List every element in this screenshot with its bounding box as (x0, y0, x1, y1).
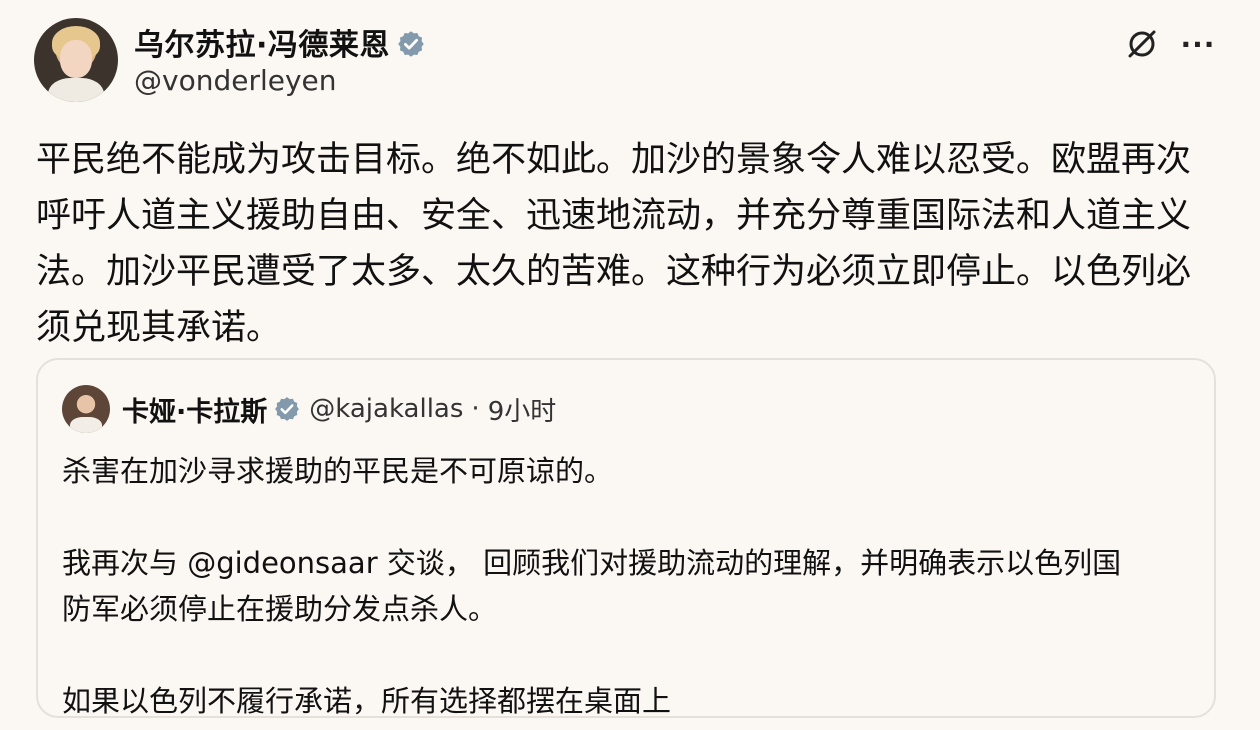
quoted-tweet-header: 卡娅·卡拉斯 @kajakallas · 9小时 (62, 384, 556, 434)
avatar-face (60, 40, 92, 78)
tweet-page: 乌尔苏拉·冯德莱恩 @vonderleyen ··· 平民绝不能成为攻击目标。绝… (0, 0, 1260, 730)
quoted-author-handle[interactable]: @kajakallas (309, 394, 463, 424)
post-body-line: 须兑现其承诺。 (36, 308, 282, 348)
quoted-author-avatar[interactable] (62, 385, 110, 433)
author-name-row[interactable]: 乌尔苏拉·冯德莱恩 (134, 20, 426, 64)
grok-icon[interactable] (1124, 26, 1160, 62)
post-body-line: 平民绝不能成为攻击目标。绝不如此。加沙的景象令人难以忍受。欧盟再次 (36, 140, 1192, 180)
quoted-tweet-card[interactable]: 卡娅·卡拉斯 @kajakallas · 9小时 杀害在加沙寻求援助的平民是不可… (36, 358, 1216, 718)
more-options-icon[interactable]: ··· (1180, 26, 1216, 62)
post-body-line: 法。加沙平民遭受了太多、太久的苦难。这种行为必须立即停止。以色列必 (36, 252, 1192, 292)
post-body-line: 呼吁人道主义援助自由、安全、迅速地流动，并充分尊重国际法和人道主义 (36, 196, 1192, 236)
author-name[interactable]: 乌尔苏拉·冯德莱恩 (134, 28, 390, 63)
author-avatar[interactable] (34, 18, 118, 102)
avatar-body (70, 417, 102, 433)
verified-badge-icon (396, 29, 426, 59)
post-body: 平民绝不能成为攻击目标。绝不如此。加沙的景象令人难以忍受。欧盟再次 呼吁人道主义… (36, 132, 1236, 356)
quoted-body-line: 我再次与 @gideonsaar 交谈， 回顾我们对援助流动的理解，并明确表示以… (62, 546, 1122, 580)
quoted-tweet-body: 杀害在加沙寻求援助的平民是不可原谅的。 我再次与 @gideonsaar 交谈，… (62, 448, 1192, 724)
quoted-body-line: 防军必须停止在援助分发点杀人。 (62, 592, 498, 626)
avatar-body (48, 78, 104, 102)
dot-separator: · (471, 394, 480, 424)
author-handle[interactable]: @vonderleyen (134, 64, 337, 97)
quoted-timestamp[interactable]: 9小时 (488, 391, 557, 428)
verified-badge-icon (273, 395, 301, 423)
quoted-body-line: 杀害在加沙寻求援助的平民是不可原谅的。 (62, 454, 614, 488)
quoted-author-name[interactable]: 卡娅·卡拉斯 (122, 390, 267, 429)
quoted-body-line: 如果以色列不履行承诺，所有选择都摆在桌面上 (62, 684, 672, 718)
